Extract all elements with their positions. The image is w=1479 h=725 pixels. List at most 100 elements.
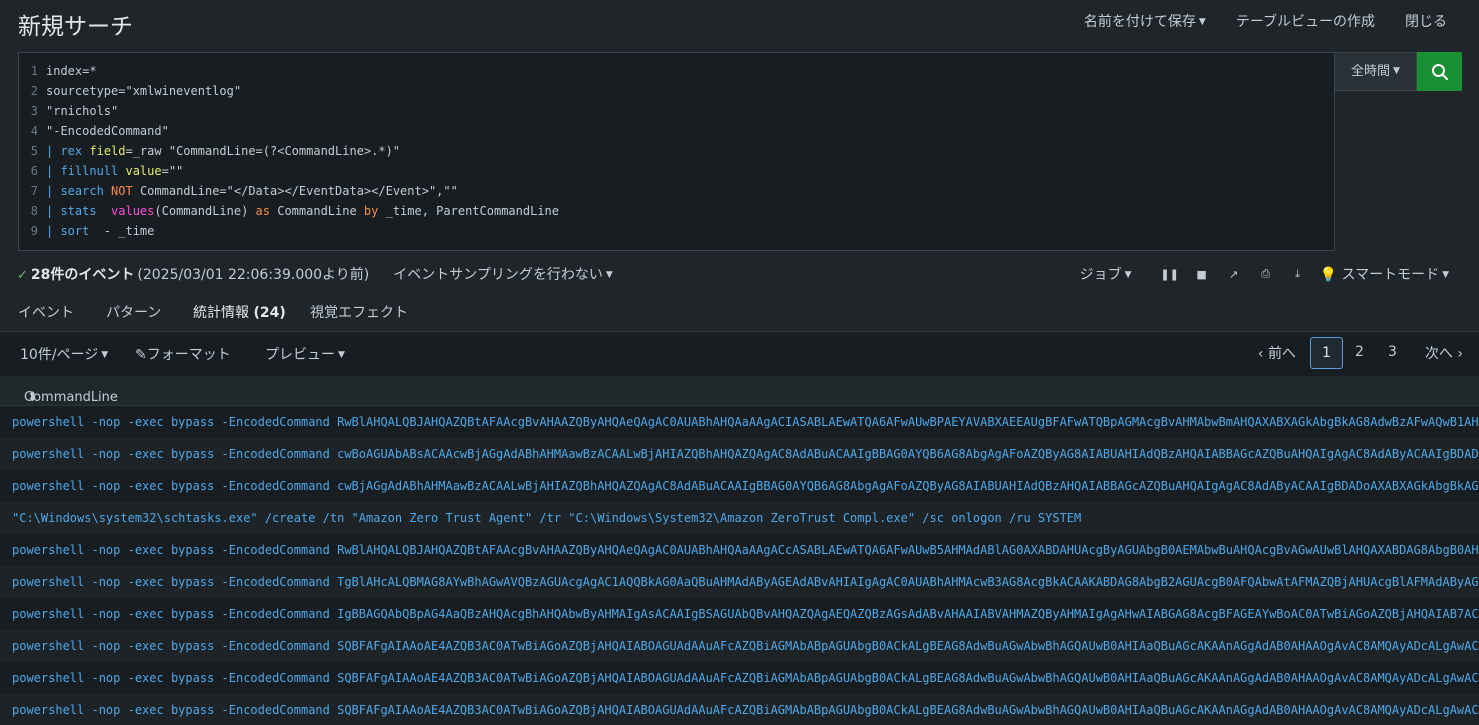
pause-icon[interactable]: ❚❚ (1154, 268, 1186, 281)
table-row[interactable]: powershell -nop -exec bypass -EncodedCom… (0, 662, 1479, 694)
tab-patterns[interactable]: パターン (106, 302, 161, 332)
chevron-left-icon: ‹ (1257, 346, 1264, 362)
query-pipe: | (46, 224, 61, 238)
query-command: rex (60, 144, 83, 158)
query-text: "-EncodedCommand" (46, 124, 169, 138)
format-button[interactable]: ✎フォーマット (135, 344, 231, 364)
preview-label: プレビュー (265, 347, 335, 363)
table-row[interactable]: powershell -nop -exec bypass -EncodedCom… (0, 470, 1479, 502)
query-line: 4 "-EncodedCommand" (19, 121, 1334, 141)
check-icon: ✓ (17, 268, 28, 283)
per-page-label: 10件/ページ (20, 347, 99, 363)
share-icon[interactable]: ↗ (1218, 268, 1250, 281)
close-button[interactable]: 閉じる (1405, 11, 1447, 31)
chevron-down-icon: ▼ (1393, 66, 1400, 76)
line-number: 9 (30, 224, 38, 238)
table-header: CommandLine ⬍ (0, 376, 1479, 406)
save-as-label: 名前を付けて保存 (1083, 14, 1196, 30)
save-as-button[interactable]: 名前を付けて保存 ▼ (1084, 11, 1206, 31)
query-command: search (60, 184, 104, 198)
page-title: 新規サーチ (18, 14, 133, 40)
bulb-icon: 💡 (1319, 267, 1338, 283)
table-row[interactable]: powershell -nop -exec bypass -EncodedCom… (0, 406, 1479, 438)
time-range-picker[interactable]: 全時間 ▼ (1335, 52, 1417, 91)
query-pipe: | (46, 144, 61, 158)
query-line: 2 sourcetype="xmlwineventlog" (19, 81, 1334, 101)
query-text: (CommandLine) (154, 204, 256, 218)
line-number: 2 (30, 84, 38, 98)
query-text: sourcetype="xmlwineventlog" (46, 84, 242, 98)
search-mode-label: スマートモード (1341, 267, 1440, 283)
job-menu[interactable]: ジョブ ▼ (1080, 264, 1132, 284)
event-time-range: (2025/03/01 22:06:39.000より前) (137, 267, 370, 283)
query-text: "rnichols" (46, 104, 119, 118)
query-argument: field (89, 144, 126, 158)
query-line: 3 "rnichols" (19, 101, 1334, 121)
event-count: 28件のイベント (30, 267, 135, 283)
search-query-editor[interactable]: 1 index=* 2 sourcetype="xmlwineventlog" 3 "… (18, 52, 1335, 251)
job-status-bar: ✓ 28件のイベント (2025/03/01 22:06:39.000より前) … (0, 256, 1479, 294)
download-icon[interactable]: ⤓ (1282, 267, 1314, 281)
query-text: CommandLine (270, 204, 364, 218)
tab-statistics-count: (24) (253, 305, 286, 321)
query-function: values (111, 204, 155, 218)
query-command: stats (60, 204, 97, 218)
job-label: ジョブ (1079, 267, 1122, 283)
results-toolbar: 10件/ページ ▼ ✎フォーマット プレビュー ▼ ‹ 前へ 1 2 3 次へ › (0, 332, 1479, 376)
column-header-label: CommandLine (24, 390, 118, 405)
query-text: index=* (46, 64, 97, 78)
page-button-3[interactable]: 3 (1376, 337, 1409, 369)
stop-icon[interactable]: ■ (1186, 268, 1218, 281)
query-command: fillnull (60, 164, 119, 178)
query-text: _time, ParentCommandLine (378, 204, 559, 218)
query-text: ="" (161, 164, 184, 178)
tab-statistics[interactable]: 統計情報 (24) (193, 302, 286, 335)
table-row[interactable]: "C:\Windows\system32\schtasks.exe" /crea… (0, 502, 1479, 534)
create-table-view-button[interactable]: テーブルビューの作成 (1236, 11, 1375, 31)
query-line: 8 | stats values(CommandLine) as CommandL… (19, 201, 1334, 221)
prev-page-button[interactable]: ‹ 前へ (1258, 343, 1296, 363)
results-tabs: イベント パターン 統計情報 (24) 視覚エフェクト (0, 294, 1479, 335)
query-operator: NOT (111, 184, 133, 198)
query-command: sort (60, 224, 90, 238)
table-row[interactable]: powershell -nop -exec bypass -EncodedCom… (0, 598, 1479, 630)
query-keyword: by (363, 204, 379, 218)
line-number: 8 (30, 204, 38, 218)
chevron-down-icon: ▼ (1198, 17, 1206, 27)
tab-visualization[interactable]: 視覚エフェクト (310, 302, 408, 332)
line-number: 6 (30, 164, 38, 178)
table-row[interactable]: powershell -nop -exec bypass -EncodedCom… (0, 438, 1479, 470)
query-text: =_raw "CommandLine=(?<CommandLine>.*)" (125, 144, 401, 158)
table-row[interactable]: powershell -nop -exec bypass -EncodedCom… (0, 534, 1479, 566)
table-row[interactable]: powershell -nop -exec bypass -EncodedCom… (0, 694, 1479, 725)
per-page-dropdown[interactable]: 10件/ページ ▼ (20, 344, 108, 364)
query-pipe: | (46, 184, 61, 198)
results-table-body: powershell -nop -exec bypass -EncodedCom… (0, 406, 1479, 725)
search-mode-dropdown[interactable]: 💡 スマートモード ▼ (1320, 264, 1449, 284)
tab-events[interactable]: イベント (18, 302, 74, 332)
chevron-down-icon: ▼ (101, 350, 109, 360)
chevron-down-icon: ▼ (338, 350, 345, 360)
print-icon[interactable]: ⎙ (1250, 267, 1282, 281)
page-button-2[interactable]: 2 (1343, 337, 1376, 369)
table-row[interactable]: powershell -nop -exec bypass -EncodedCom… (0, 566, 1479, 598)
sampling-dropdown[interactable]: イベントサンプリングを行わない ▼ (393, 264, 613, 284)
table-row[interactable]: powershell -nop -exec bypass -EncodedCom… (0, 630, 1479, 662)
tab-statistics-label: 統計情報 (193, 305, 249, 321)
next-page-button[interactable]: 次へ › (1425, 343, 1463, 363)
sort-icon: ⬍ (27, 390, 38, 405)
chevron-down-icon: ▼ (1442, 270, 1449, 280)
line-number: 4 (30, 124, 38, 138)
query-line: 6 | fillnull value="" (19, 161, 1334, 181)
format-label: フォーマット (146, 347, 231, 363)
sampling-label: イベントサンプリングを行わない (393, 267, 603, 283)
query-line: 5 | rex field=_raw "CommandLine=(?<Comman… (19, 141, 1334, 161)
preview-dropdown[interactable]: プレビュー ▼ (265, 344, 345, 364)
line-number: 5 (30, 144, 38, 158)
query-text: CommandLine="</Data></EventData></Event>… (132, 184, 458, 198)
pagination: ‹ 前へ 1 2 3 次へ › (1258, 337, 1463, 369)
next-page-label: 次へ (1424, 346, 1453, 362)
query-pipe: | (46, 204, 61, 218)
search-button[interactable] (1417, 52, 1462, 91)
page-button-1[interactable]: 1 (1309, 337, 1343, 369)
